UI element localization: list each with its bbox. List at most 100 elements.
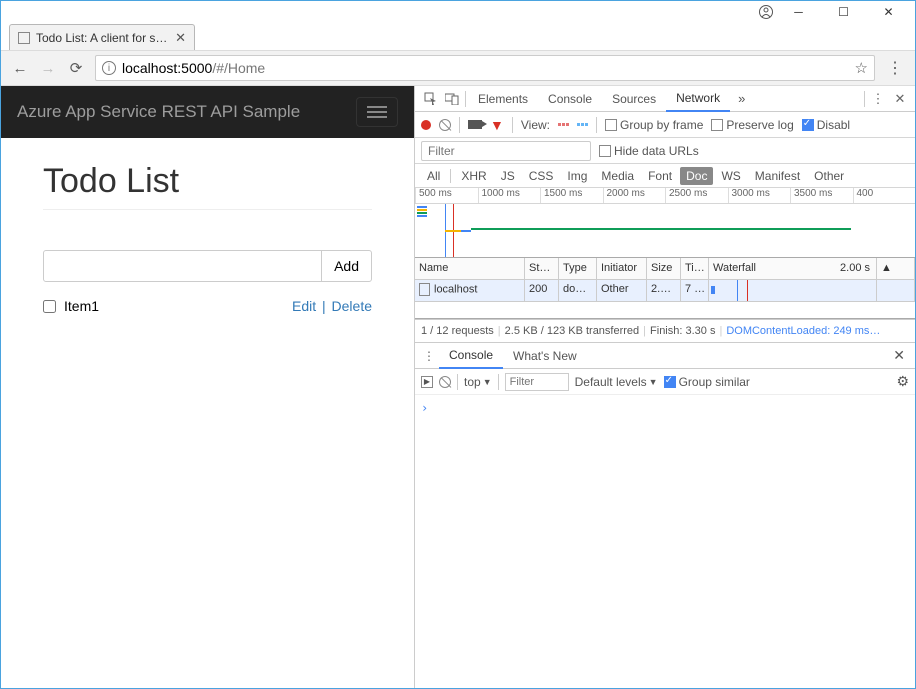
- item-label: Item1: [64, 298, 99, 314]
- drawer-menu-icon[interactable]: ⋮: [419, 346, 439, 366]
- col-status[interactable]: St…: [525, 258, 559, 279]
- new-item-input[interactable]: [43, 250, 322, 282]
- devtools-menu-icon[interactable]: ⋮: [867, 88, 889, 110]
- drawer-tab-whatsnew[interactable]: What's New: [503, 343, 587, 369]
- network-toolbar: ▼ View: Group by frame Preserve log Disa…: [415, 112, 915, 138]
- col-type[interactable]: Type: [559, 258, 597, 279]
- col-name[interactable]: Name: [415, 258, 525, 279]
- console-toolbar: ▶ top Default levels Group similar ⚙: [415, 369, 915, 395]
- hide-data-urls-checkbox[interactable]: Hide data URLs: [599, 144, 699, 158]
- window-titlebar: ─ ☐ ✕: [1, 1, 915, 23]
- url-text: localhost:5000/#/Home: [122, 60, 265, 76]
- todo-item-row: Item1 Edit | Delete: [43, 298, 372, 314]
- view-label: View:: [521, 118, 550, 132]
- edit-link[interactable]: Edit: [292, 298, 316, 314]
- network-table: Name St… Type Initiator Size Ti… Waterfa…: [415, 258, 915, 319]
- group-similar-checkbox[interactable]: Group similar: [664, 375, 750, 389]
- item-checkbox[interactable]: [43, 300, 56, 313]
- browser-tab[interactable]: Todo List: A client for sam ✕: [9, 24, 195, 50]
- page-icon: [18, 32, 30, 44]
- col-waterfall[interactable]: Waterfall2.00 s: [709, 258, 877, 279]
- filter-other[interactable]: Other: [808, 167, 850, 185]
- col-size[interactable]: Size: [647, 258, 681, 279]
- site-info-icon[interactable]: i: [102, 61, 116, 75]
- table-row[interactable]: localhost 200 do… Other 2.… 7 …: [415, 280, 915, 302]
- browser-toolbar: ← → ⟳ i localhost:5000/#/Home ☆ ⋮: [1, 50, 915, 86]
- action-separator: |: [322, 298, 326, 314]
- drawer-tabstrip: ⋮ Console What's New ✕: [415, 343, 915, 369]
- tab-sources[interactable]: Sources: [602, 86, 666, 112]
- screenshot-icon[interactable]: [468, 120, 482, 129]
- user-icon[interactable]: [759, 5, 773, 19]
- minimize-button[interactable]: ─: [776, 1, 821, 23]
- filter-doc[interactable]: Doc: [680, 167, 713, 185]
- close-button[interactable]: ✕: [866, 1, 911, 23]
- table-header: Name St… Type Initiator Size Ti… Waterfa…: [415, 258, 915, 280]
- app-brand: Azure App Service REST API Sample: [17, 102, 300, 122]
- tab-network[interactable]: Network: [666, 86, 730, 112]
- page-content: Azure App Service REST API Sample Todo L…: [1, 86, 414, 688]
- add-button[interactable]: Add: [321, 250, 372, 282]
- filter-css[interactable]: CSS: [523, 167, 560, 185]
- filter-media[interactable]: Media: [595, 167, 640, 185]
- address-bar[interactable]: i localhost:5000/#/Home ☆: [95, 55, 875, 81]
- filter-manifest[interactable]: Manifest: [749, 167, 806, 185]
- delete-link[interactable]: Delete: [332, 298, 372, 314]
- tab-elements[interactable]: Elements: [468, 86, 538, 112]
- log-levels-selector[interactable]: Default levels: [575, 375, 658, 389]
- col-initiator[interactable]: Initiator: [597, 258, 647, 279]
- drawer-tab-console[interactable]: Console: [439, 343, 503, 369]
- console-clear-icon[interactable]: [439, 376, 451, 388]
- filter-font[interactable]: Font: [642, 167, 678, 185]
- network-filter-input[interactable]: [421, 141, 591, 161]
- col-sort-icon[interactable]: ▲: [877, 258, 915, 279]
- tab-title: Todo List: A client for sam: [36, 31, 171, 45]
- context-selector[interactable]: top: [464, 375, 492, 389]
- add-item-row: Add: [43, 250, 372, 282]
- maximize-button[interactable]: ☐: [821, 1, 866, 23]
- drawer-close-icon[interactable]: ✕: [887, 347, 911, 364]
- console-prompt-icon: ›: [421, 401, 428, 415]
- filter-img[interactable]: Img: [561, 167, 593, 185]
- device-toggle-icon[interactable]: [441, 88, 463, 110]
- forward-button: →: [35, 55, 61, 81]
- record-icon[interactable]: [421, 120, 431, 130]
- devtools-header: Elements Console Sources Network » ⋮ ✕: [415, 86, 915, 112]
- preserve-log-checkbox[interactable]: Preserve log: [711, 118, 793, 132]
- back-button[interactable]: ←: [7, 55, 33, 81]
- filter-ws[interactable]: WS: [715, 167, 746, 185]
- navbar-toggle[interactable]: [356, 97, 398, 127]
- group-by-frame-checkbox[interactable]: Group by frame: [605, 118, 703, 132]
- bookmark-icon[interactable]: ☆: [855, 59, 868, 77]
- console-sidebar-icon[interactable]: ▶: [421, 376, 433, 388]
- app-navbar: Azure App Service REST API Sample: [1, 86, 414, 138]
- console-output[interactable]: ›: [415, 395, 915, 688]
- page-title: Todo List: [43, 162, 372, 210]
- disable-cache-checkbox[interactable]: Disabl: [802, 118, 850, 132]
- browser-menu-icon[interactable]: ⋮: [881, 58, 909, 78]
- tab-console[interactable]: Console: [538, 86, 602, 112]
- more-tabs-icon[interactable]: »: [732, 91, 751, 106]
- filter-xhr[interactable]: XHR: [455, 167, 492, 185]
- waterfall-view-icon[interactable]: [577, 123, 588, 126]
- filter-toggle-icon[interactable]: ▼: [490, 117, 504, 133]
- clear-icon[interactable]: [439, 119, 451, 131]
- filter-all[interactable]: All: [421, 167, 446, 185]
- inspect-icon[interactable]: [419, 88, 441, 110]
- col-time[interactable]: Ti…: [681, 258, 709, 279]
- timeline-ruler: 500 ms 1000 ms 1500 ms 2000 ms 2500 ms 3…: [415, 188, 915, 204]
- tab-close-icon[interactable]: ✕: [175, 30, 186, 46]
- devtools-close-icon[interactable]: ✕: [889, 88, 911, 110]
- console-settings-icon[interactable]: ⚙: [896, 373, 909, 390]
- reload-button[interactable]: ⟳: [63, 55, 89, 81]
- type-filter-row: All XHR JS CSS Img Media Font Doc WS Man…: [415, 164, 915, 188]
- filter-row: Hide data URLs: [415, 138, 915, 164]
- large-rows-icon[interactable]: [558, 123, 569, 126]
- console-filter-input[interactable]: [505, 373, 569, 391]
- network-status-bar: 1 / 12 requests| 2.5 KB / 123 KB transfe…: [415, 319, 915, 343]
- timeline-overview[interactable]: [415, 204, 915, 258]
- filter-js[interactable]: JS: [495, 167, 521, 185]
- chrome-tab-strip: Todo List: A client for sam ✕: [1, 23, 915, 50]
- file-icon: [419, 283, 430, 296]
- devtools-panel: Elements Console Sources Network » ⋮ ✕ ▼…: [414, 86, 915, 688]
